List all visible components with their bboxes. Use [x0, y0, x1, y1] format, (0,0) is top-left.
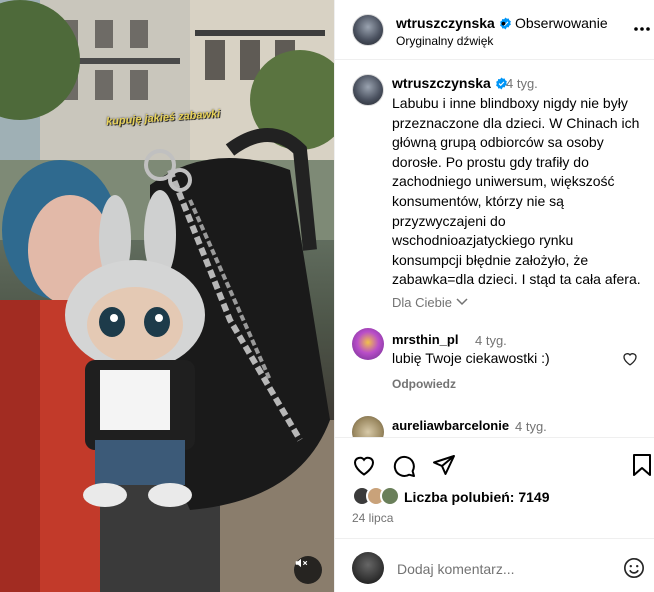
speaker-muted-icon [295, 558, 308, 568]
emoji-icon [624, 558, 644, 578]
save-button[interactable] [632, 454, 652, 481]
for-you-label: Dla Ciebie [392, 295, 452, 310]
bookmark-icon [633, 454, 651, 476]
comment-like-button[interactable] [622, 351, 638, 371]
mute-button[interactable] [294, 556, 322, 584]
reply-button[interactable]: Odpowiedz [392, 377, 456, 391]
likes-label: Liczba polubień: [404, 489, 515, 505]
comments-list[interactable]: wtruszczynska 4 tyg. Labubu i inne blind… [335, 61, 654, 437]
author-avatar[interactable] [352, 14, 384, 46]
post-video-frame [0, 0, 334, 592]
for-you-toggle[interactable]: Dla Ciebie [392, 294, 468, 310]
caption-timestamp[interactable]: 4 tyg. [506, 76, 538, 91]
emoji-button[interactable] [623, 557, 645, 584]
header-separator: • [501, 15, 506, 31]
comment-username[interactable]: aureliawbarcelonie [392, 418, 509, 433]
post-details-panel: wtruszczynska • Obserwowanie Oryginalny … [334, 0, 654, 592]
commenter-avatar[interactable] [352, 328, 384, 360]
add-comment-bar [335, 538, 654, 592]
caption-username[interactable]: wtruszczynska [392, 75, 491, 91]
likes-number: 7149 [518, 489, 550, 505]
current-user-avatar [352, 552, 384, 584]
author-username[interactable]: wtruszczynska [396, 15, 495, 31]
comment-text: lubię Twoje ciekawostki :) [392, 350, 550, 366]
heart-icon [353, 456, 375, 476]
caption-text: Labubu i inne blindboxy nigdy nie były p… [392, 95, 641, 288]
caption-username-row[interactable]: wtruszczynska [392, 75, 508, 91]
liker-avatar [380, 486, 400, 506]
paper-plane-icon [433, 455, 455, 475]
speech-bubble-icon [393, 455, 415, 477]
post-media[interactable]: kupuję jakieś zabawki [0, 0, 334, 592]
original-audio-link[interactable]: Oryginalny dźwięk [396, 34, 493, 48]
share-button[interactable] [432, 454, 456, 481]
more-options-button[interactable] [633, 19, 651, 33]
chevron-down-icon [456, 298, 468, 306]
comment-timestamp[interactable]: 4 tyg. [515, 419, 547, 434]
comment-timestamp[interactable]: 4 tyg. [475, 333, 507, 348]
author-username-row[interactable]: wtruszczynska [396, 15, 512, 31]
heart-icon [623, 353, 637, 366]
caption-author-avatar[interactable] [352, 74, 384, 106]
post-date[interactable]: 24 lipca [352, 511, 393, 525]
comment-button[interactable] [392, 454, 416, 483]
likes-count[interactable]: Liczba polubień: 7149 [404, 489, 550, 505]
comment-username[interactable]: mrsthin_pl [392, 332, 458, 347]
likers-avatars[interactable] [352, 486, 404, 506]
following-button[interactable]: Obserwowanie [515, 15, 608, 31]
like-button[interactable] [352, 454, 376, 481]
comment-input[interactable] [397, 561, 607, 577]
post-header: wtruszczynska • Obserwowanie Oryginalny … [335, 0, 654, 60]
commenter-avatar[interactable] [352, 416, 384, 437]
more-horizontal-icon [634, 27, 650, 31]
